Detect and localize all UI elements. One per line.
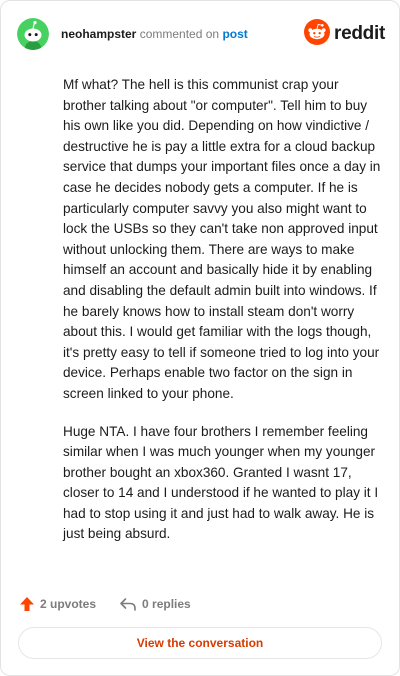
- reddit-snoo-icon: [304, 18, 331, 50]
- action-text: commented on: [139, 27, 220, 41]
- comment-paragraph: Mf what? The hell is this communist crap…: [63, 77, 381, 401]
- username-link[interactable]: neohampster: [61, 27, 136, 41]
- upvote-arrow-icon: [19, 596, 35, 612]
- view-conversation-button[interactable]: View the conversation: [18, 627, 382, 659]
- comment-card: neohampster commented on post reddit Mf …: [0, 0, 400, 676]
- comment-paragraph: Huge NTA. I have four brothers I remembe…: [63, 423, 379, 542]
- comment-header: neohampster commented on post reddit: [17, 17, 385, 51]
- comment-footer: 2 upvotes 0 replies: [19, 593, 191, 615]
- brand-wordmark: reddit: [334, 23, 385, 44]
- byline: neohampster commented on post: [61, 27, 248, 41]
- reddit-logo[interactable]: reddit: [304, 18, 385, 50]
- replies-count: 0 replies: [142, 597, 191, 611]
- reply-arrow-icon: [119, 596, 137, 612]
- replies-stat[interactable]: 0 replies: [119, 596, 191, 612]
- post-link[interactable]: post: [222, 27, 247, 41]
- snoo-avatar-icon[interactable]: [17, 18, 49, 50]
- upvotes-count: 2 upvotes: [40, 597, 97, 611]
- upvotes-stat[interactable]: 2 upvotes: [19, 596, 96, 612]
- comment-body: Mf what? The hell is this communist crap…: [63, 75, 381, 562]
